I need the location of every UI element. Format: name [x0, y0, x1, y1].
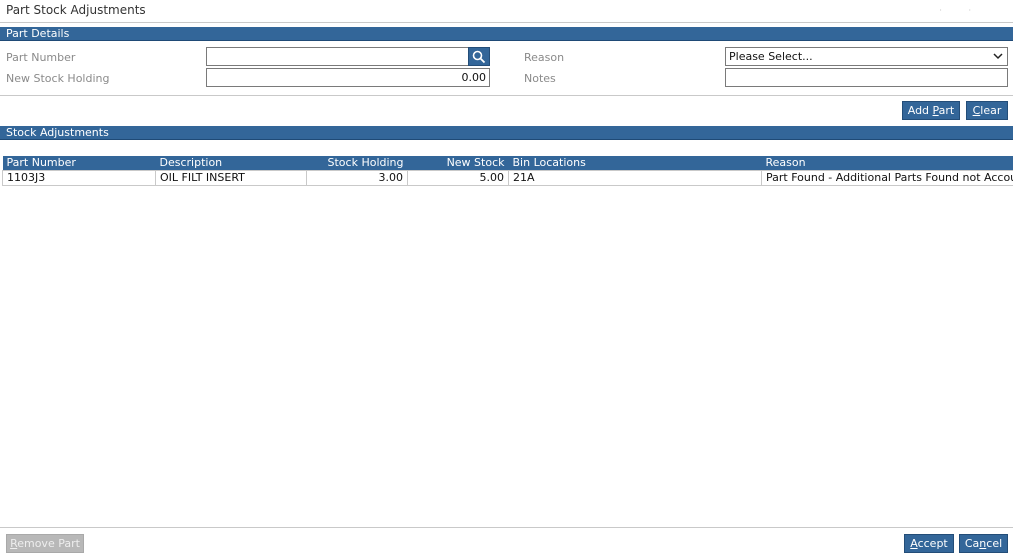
column-header-description[interactable]: Description — [155, 156, 307, 170]
cell-new-stock: 5.00 — [407, 169, 509, 186]
add-part-label-post: art — [938, 104, 955, 117]
remove-part-label-post: emove Part — [17, 537, 80, 550]
reason-selected-value: Please Select... — [729, 50, 813, 63]
cell-stock-holding: 3.00 — [306, 169, 408, 186]
reason-select[interactable]: Please Select... — [725, 47, 1008, 66]
part-number-input[interactable] — [206, 47, 469, 66]
add-part-button[interactable]: Add Part — [902, 101, 960, 120]
table-header-row: Part Number Description Stock Holding Ne… — [2, 156, 1013, 170]
column-header-new-stock[interactable]: New Stock — [407, 156, 509, 170]
add-part-label-pre: Add — [907, 104, 933, 117]
accept-button[interactable]: Accept — [904, 534, 954, 553]
accept-accel: A — [910, 537, 918, 550]
column-header-reason[interactable]: Reason — [761, 156, 1013, 170]
reason-label: Reason — [524, 51, 565, 64]
new-stock-holding-input[interactable] — [206, 68, 490, 87]
page-title: Part Stock Adjustments — [6, 3, 146, 17]
notes-input[interactable] — [725, 68, 1008, 87]
part-details-header: Part Details — [0, 27, 1013, 41]
cancel-label-post: cel — [986, 537, 1003, 550]
cell-description: OIL FILT INSERT — [155, 169, 307, 186]
cell-part-number: 1103J3 — [2, 169, 156, 186]
column-header-stock-holding[interactable]: Stock Holding — [306, 156, 408, 170]
search-icon — [472, 50, 486, 63]
cancel-button[interactable]: Cancel — [959, 534, 1008, 553]
chevron-down-icon — [993, 53, 1003, 60]
cancel-label-pre: Ca — [964, 537, 980, 550]
clear-button[interactable]: Clear — [966, 101, 1008, 120]
cell-bin-locations: 21A — [508, 169, 762, 186]
column-header-part-number[interactable]: Part Number — [2, 156, 156, 170]
cell-reason: Part Found - Additional Parts Found not … — [761, 169, 1013, 186]
stock-adjustments-table: Part Number Description Stock Holding Ne… — [2, 156, 1013, 186]
notes-label: Notes — [524, 72, 556, 85]
part-number-label: Part Number — [6, 51, 76, 64]
accept-label-post: ccept — [917, 537, 948, 550]
column-header-bin-locations[interactable]: Bin Locations — [508, 156, 762, 170]
details-divider — [0, 95, 1013, 96]
new-stock-holding-label: New Stock Holding — [6, 72, 110, 85]
footer-divider — [0, 527, 1013, 528]
header-divider — [0, 22, 1013, 23]
stock-adjustments-header: Stock Adjustments — [0, 126, 1013, 140]
table-row[interactable]: 1103J3 OIL FILT INSERT 3.00 5.00 21A Par… — [2, 169, 1013, 186]
window-controls: · · — [939, 6, 983, 15]
clear-label-post: lear — [980, 104, 1002, 117]
remove-part-button[interactable]: Remove Part — [6, 534, 84, 553]
part-search-button[interactable] — [468, 47, 490, 66]
